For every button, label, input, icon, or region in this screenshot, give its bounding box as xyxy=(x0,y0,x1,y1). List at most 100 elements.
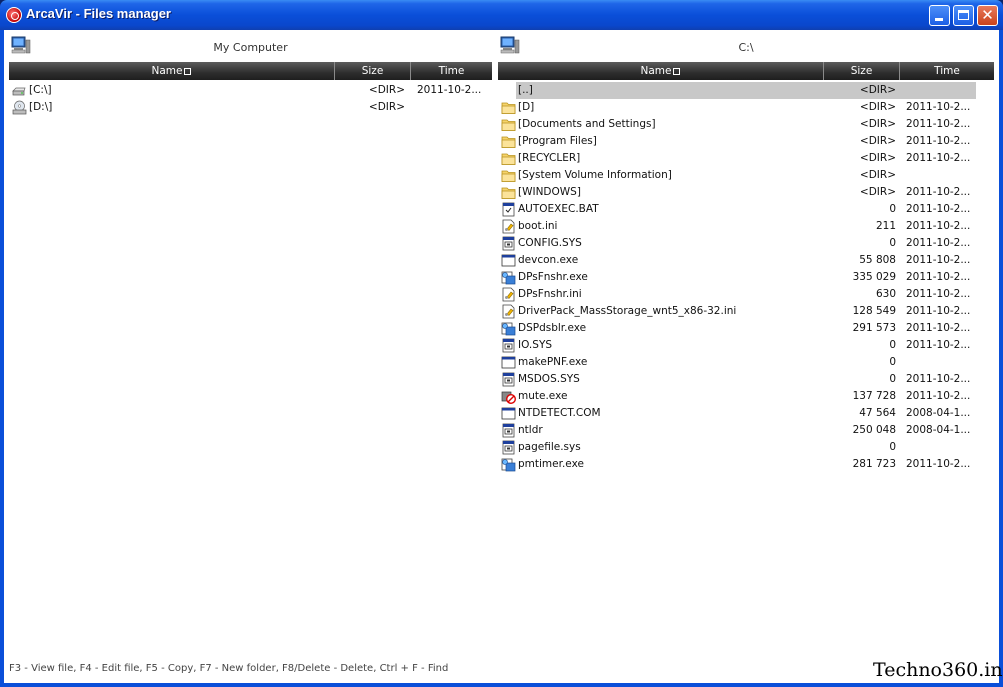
file-time: 2011-10-2... xyxy=(906,135,971,147)
file-row[interactable]: devcon.exe 55 808 2011-10-2... xyxy=(498,252,994,269)
left-size-column-header[interactable]: Size xyxy=(335,62,411,80)
file-row[interactable]: [Program Files] <DIR> 2011-10-2... xyxy=(498,133,994,150)
file-name: pmtimer.exe xyxy=(518,458,584,470)
left-time-column-header[interactable]: Time xyxy=(411,62,492,80)
file-name: DPsFnshr.ini xyxy=(518,288,582,300)
file-row[interactable]: pmtimer.exe 281 723 2011-10-2... xyxy=(498,456,994,473)
file-row[interactable]: boot.ini 211 2011-10-2... xyxy=(498,218,994,235)
right-size-column-header[interactable]: Size xyxy=(824,62,900,80)
mute-exe-icon xyxy=(501,391,516,404)
batch-file-icon xyxy=(502,202,515,217)
file-row[interactable]: [WINDOWS] <DIR> 2011-10-2... xyxy=(498,184,994,201)
maximize-icon xyxy=(958,10,969,20)
ini-file-icon xyxy=(502,287,515,302)
right-time-column-header[interactable]: Time xyxy=(900,62,994,80)
column-label: Name xyxy=(640,65,672,77)
file-name: IO.SYS xyxy=(518,339,553,351)
window-border-bottom xyxy=(0,683,1003,687)
column-label: Time xyxy=(934,65,960,77)
file-name: [WINDOWS] xyxy=(518,186,581,198)
file-row[interactable]: mute.exe 137 728 2011-10-2... xyxy=(498,388,994,405)
file-row[interactable]: [System Volume Information] <DIR> xyxy=(498,167,994,184)
file-name: [D:\] xyxy=(29,101,53,113)
file-row[interactable]: [C:\] <DIR> 2011-10-2... xyxy=(9,82,492,99)
file-time: 2011-10-2... xyxy=(906,118,971,130)
exe-file-icon xyxy=(501,356,516,369)
file-name: pagefile.sys xyxy=(518,441,581,453)
file-name: [Documents and Settings] xyxy=(518,118,656,130)
file-row[interactable]: DSPdsblr.exe 291 573 2011-10-2... xyxy=(498,320,994,337)
column-label: Time xyxy=(438,65,465,77)
status-bar-hints: F3 - View file, F4 - Edit file, F5 - Cop… xyxy=(9,663,449,674)
file-row[interactable]: [D] <DIR> 2011-10-2... xyxy=(498,99,994,116)
file-size: 630 xyxy=(875,288,896,300)
file-name: [System Volume Information] xyxy=(518,169,672,181)
file-size: <DIR> xyxy=(859,84,896,96)
minimize-icon xyxy=(935,18,943,21)
file-size: 128 549 xyxy=(852,305,896,317)
file-row[interactable]: DPsFnshr.ini 630 2011-10-2... xyxy=(498,286,994,303)
file-time: 2008-04-1... xyxy=(906,407,971,419)
left-pane: My Computer Name Size Time [C:\] <DIR> 201… xyxy=(9,30,492,116)
file-time xyxy=(906,82,986,99)
left-name-column-header[interactable]: Name xyxy=(9,62,335,80)
system-file-icon xyxy=(502,423,515,438)
file-time xyxy=(417,99,492,116)
file-name: AUTOEXEC.BAT xyxy=(518,203,599,215)
file-row[interactable]: pagefile.sys 0 xyxy=(498,439,994,456)
file-name: NTDETECT.COM xyxy=(518,407,601,419)
file-name: MSDOS.SYS xyxy=(518,373,580,385)
left-file-list: [C:\] <DIR> 2011-10-2... [D:\] <DIR> xyxy=(9,80,492,116)
file-row[interactable]: [D:\] <DIR> xyxy=(9,99,492,116)
file-row[interactable]: NTDETECT.COM 47 564 2008-04-1... xyxy=(498,405,994,422)
file-size: 211 xyxy=(875,220,896,232)
file-time: 2011-10-2... xyxy=(906,373,971,385)
minimize-button[interactable] xyxy=(929,5,950,26)
file-row[interactable]: makePNF.exe 0 xyxy=(498,354,994,371)
file-name: makePNF.exe xyxy=(518,356,588,368)
setup-exe-icon xyxy=(501,458,516,472)
file-name: [RECYCLER] xyxy=(518,152,581,164)
arcavir-window: ArcaVir - Files manager ✕ My Computer Na… xyxy=(0,0,1003,687)
maximize-button[interactable] xyxy=(953,5,974,26)
file-row[interactable]: [RECYCLER] <DIR> 2011-10-2... xyxy=(498,150,994,167)
client-area: My Computer Name Size Time [C:\] <DIR> 201… xyxy=(4,30,999,683)
file-row[interactable]: MSDOS.SYS 0 2011-10-2... xyxy=(498,371,994,388)
folder-icon xyxy=(501,187,516,199)
file-time: 2011-10-2... xyxy=(417,84,482,96)
close-icon: ✕ xyxy=(981,6,994,24)
arcavir-logo-icon xyxy=(6,7,22,23)
setup-exe-icon xyxy=(501,271,516,285)
right-file-list: [..] <DIR> [D] <DIR> 2011-10-2... [Documents … xyxy=(498,80,994,473)
file-size: 0 xyxy=(889,356,896,368)
close-button[interactable]: ✕ xyxy=(977,5,998,26)
file-time: 2011-10-2... xyxy=(906,237,971,249)
file-row[interactable]: [..] <DIR> xyxy=(498,82,994,99)
file-size: 0 xyxy=(889,339,896,351)
file-row[interactable]: CONFIG.SYS 0 2011-10-2... xyxy=(498,235,994,252)
right-name-column-header[interactable]: Name xyxy=(498,62,824,80)
file-time: 2011-10-2... xyxy=(906,152,971,164)
file-name: boot.ini xyxy=(518,220,558,232)
file-size: <DIR> xyxy=(859,118,896,130)
file-row[interactable]: DPsFnshr.exe 335 029 2011-10-2... xyxy=(498,269,994,286)
file-name: [C:\] xyxy=(29,84,52,96)
file-size: 137 728 xyxy=(852,390,896,402)
file-name: [Program Files] xyxy=(518,135,597,147)
left-column-header: Name Size Time xyxy=(9,62,492,80)
column-label: Name xyxy=(151,65,183,77)
folder-icon xyxy=(501,170,516,182)
file-row[interactable]: ntldr 250 048 2008-04-1... xyxy=(498,422,994,439)
left-pane-title: My Computer xyxy=(213,41,288,54)
file-row[interactable]: DriverPack_MassStorage_wnt5_x86-32.ini 12… xyxy=(498,303,994,320)
file-row[interactable]: [Documents and Settings] <DIR> 2011-10-2..… xyxy=(498,116,994,133)
title-bar[interactable]: ArcaVir - Files manager ✕ xyxy=(0,0,1003,30)
column-label: Size xyxy=(850,65,873,77)
file-row[interactable]: AUTOEXEC.BAT 0 2011-10-2... xyxy=(498,201,994,218)
file-row[interactable]: IO.SYS 0 2011-10-2... xyxy=(498,337,994,354)
file-time: 2011-10-2... xyxy=(906,101,971,113)
folder-icon xyxy=(501,136,516,148)
file-size: <DIR> xyxy=(368,101,405,113)
cd-drive-icon xyxy=(12,100,27,115)
file-time: 2011-10-2... xyxy=(906,305,971,317)
